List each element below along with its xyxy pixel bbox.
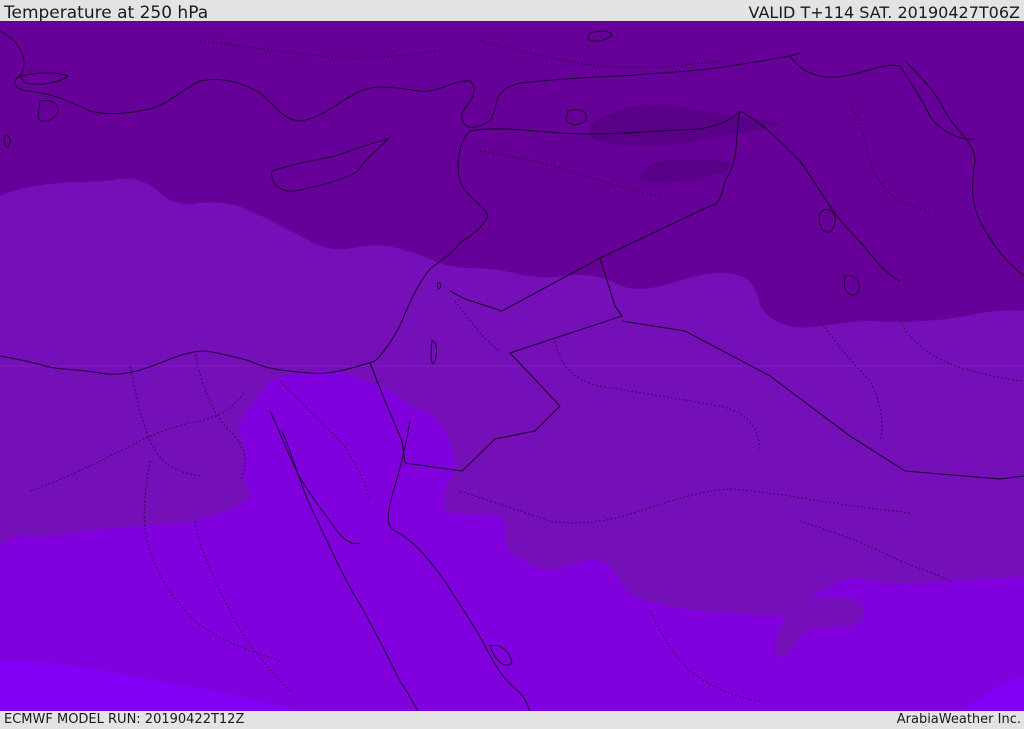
header-bar: Temperature at 250 hPa VALID T+114 SAT. … <box>0 0 1024 23</box>
temperature-map[interactable] <box>0 21 1024 711</box>
footer-bar: ECMWF MODEL RUN: 20190422T12Z ArabiaWeat… <box>0 711 1024 729</box>
valid-time-label: VALID T+114 SAT. 20190427T06Z <box>748 3 1020 22</box>
map-title: Temperature at 250 hPa <box>4 3 209 23</box>
model-run-label: ECMWF MODEL RUN: 20190422T12Z <box>4 712 245 727</box>
brand-label: ArabiaWeather Inc. <box>896 712 1021 727</box>
